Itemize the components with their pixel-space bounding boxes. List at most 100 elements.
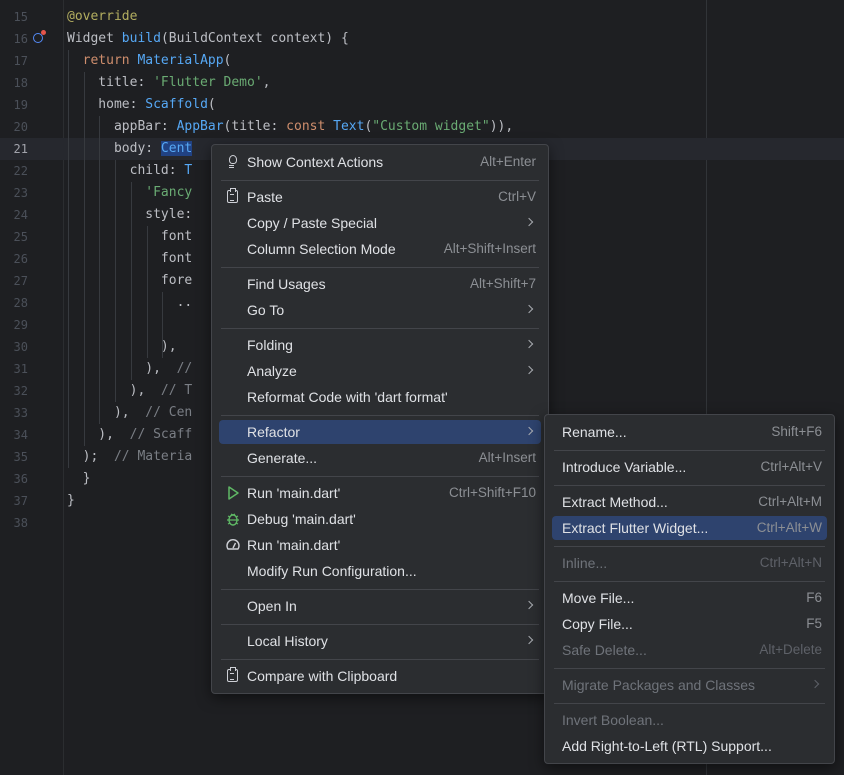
line-number: 37 [13, 494, 28, 508]
menu-separator [554, 450, 825, 451]
menu-item-folding[interactable]: Folding [219, 333, 541, 357]
menu-item-label: Debug 'main.dart' [247, 511, 356, 527]
code-text: font [67, 251, 193, 266]
menu-item-rename[interactable]: Rename... Shift+F6 [552, 420, 827, 444]
menu-item-introduce-variable[interactable]: Introduce Variable... Ctrl+Alt+V [552, 455, 827, 479]
menu-item-label: Inline... [562, 555, 608, 571]
line-number: 32 [13, 384, 28, 398]
override-gutter-icon[interactable] [33, 30, 46, 43]
menu-item-label: Introduce Variable... [562, 459, 687, 475]
menu-separator [554, 485, 825, 486]
indent-guide [115, 314, 117, 336]
line-number: 16 [13, 32, 28, 46]
code-line[interactable]: 19 home: Scaffold( [0, 94, 844, 116]
menu-item-analyze[interactable]: Analyze [219, 359, 541, 383]
profile-icon [225, 537, 241, 553]
menu-item-compare-with-clipboard[interactable]: Compare with Clipboard [219, 664, 541, 688]
menu-item-extract-flutter-widget[interactable]: Extract Flutter Widget... Ctrl+Alt+W [552, 516, 827, 540]
menu-item-local-history[interactable]: Local History [219, 629, 541, 653]
menu-item-shortcut: Alt+Shift+7 [469, 276, 536, 291]
code-text: child: T [67, 163, 193, 178]
menu-item-label: Paste [247, 189, 283, 205]
line-number: 21 [13, 142, 28, 156]
menu-item-inline: Inline... Ctrl+Alt+N [552, 551, 827, 575]
menu-item-label: Rename... [562, 424, 627, 440]
menu-separator [221, 624, 539, 625]
menu-separator [554, 546, 825, 547]
menu-item-extract-method[interactable]: Extract Method... Ctrl+Alt+M [552, 490, 827, 514]
line-number: 34 [13, 428, 28, 442]
menu-item-open-in[interactable]: Open In [219, 594, 541, 618]
menu-separator [221, 659, 539, 660]
menu-item-find-usages[interactable]: Find Usages Alt+Shift+7 [219, 272, 541, 296]
menu-item-debug-main-dart[interactable]: Debug 'main.dart' [219, 507, 541, 531]
code-text: ), // [67, 361, 193, 376]
code-text: Widget build(BuildContext context) { [67, 31, 349, 46]
indent-guide [83, 314, 85, 336]
menu-item-label: Run 'main.dart' [247, 537, 341, 553]
code-line[interactable]: 20 appBar: AppBar(title: const Text("Cus… [0, 116, 844, 138]
menu-separator [221, 267, 539, 268]
line-number: 17 [13, 54, 28, 68]
menu-item-label: Copy / Paste Special [247, 215, 377, 231]
menu-item-shortcut: Alt+Shift+Insert [443, 241, 536, 256]
menu-item-label: Find Usages [247, 276, 326, 292]
menu-item-label: Copy File... [562, 616, 633, 632]
code-line[interactable]: 16 Widget build(BuildContext context) { [0, 28, 844, 50]
menu-item-label: Folding [247, 337, 293, 353]
code-text: style: [67, 207, 193, 222]
menu-item-run-main-dart[interactable]: Run 'main.dart' [219, 533, 541, 557]
menu-item-generate[interactable]: Generate... Alt+Insert [219, 446, 541, 470]
line-number: 30 [13, 340, 28, 354]
code-text: appBar: AppBar(title: const Text("Custom… [67, 119, 514, 134]
chevron-right-icon [524, 339, 534, 349]
line-number: 25 [13, 230, 28, 244]
menu-item-copy-paste-special[interactable]: Copy / Paste Special [219, 211, 541, 235]
menu-separator [221, 180, 539, 181]
chevron-right-icon [524, 365, 534, 375]
menu-item-go-to[interactable]: Go To [219, 298, 541, 322]
menu-item-modify-run-configuration[interactable]: Modify Run Configuration... [219, 559, 541, 583]
code-text: ); // Materia [67, 449, 193, 464]
menu-separator [221, 589, 539, 590]
menu-separator [554, 668, 825, 669]
line-number: 15 [13, 10, 28, 24]
menu-item-shortcut: Alt+Enter [480, 154, 536, 169]
menu-item-shortcut: Ctrl+Alt+M [758, 494, 822, 509]
menu-item-label: Analyze [247, 363, 297, 379]
code-line[interactable]: 17 return MaterialApp( [0, 50, 844, 72]
code-text: @override [67, 9, 138, 24]
line-number: 29 [13, 318, 28, 332]
menu-item-move-file[interactable]: Move File... F6 [552, 586, 827, 610]
menu-item-copy-file[interactable]: Copy File... F5 [552, 612, 827, 636]
menu-item-column-selection-mode[interactable]: Column Selection Mode Alt+Shift+Insert [219, 237, 541, 261]
refactor-submenu: Rename... Shift+F6 Introduce Variable... Ct… [544, 414, 835, 764]
menu-item-run-main-dart[interactable]: Run 'main.dart' Ctrl+Shift+F10 [219, 481, 541, 505]
menu-item-label: Column Selection Mode [247, 241, 396, 257]
code-line[interactable]: 18 title: 'Flutter Demo', [0, 72, 844, 94]
menu-item-add-right-to-left-rtl-support[interactable]: Add Right-to-Left (RTL) Support... [552, 734, 827, 758]
menu-item-refactor[interactable]: Refactor [219, 420, 541, 444]
menu-item-reformat-code-with-dart-format[interactable]: Reformat Code with 'dart format' [219, 385, 541, 409]
menu-item-label: Run 'main.dart' [247, 485, 341, 501]
line-number: 38 [13, 516, 28, 530]
menu-item-shortcut: Ctrl+Alt+N [759, 555, 822, 570]
code-line[interactable]: 15 @override [0, 6, 844, 28]
indent-guide [162, 314, 164, 336]
code-text: } [67, 493, 75, 508]
code-text: body: Cent [67, 141, 193, 156]
menu-separator [554, 581, 825, 582]
line-number: 19 [13, 98, 28, 112]
code-text: font [67, 229, 193, 244]
menu-item-show-context-actions[interactable]: Show Context Actions Alt+Enter [219, 150, 541, 174]
menu-item-shortcut: F6 [806, 590, 822, 605]
menu-item-shortcut: Ctrl+Alt+V [760, 459, 822, 474]
menu-item-paste[interactable]: Paste Ctrl+V [219, 185, 541, 209]
indent-guide [146, 314, 148, 336]
menu-separator [221, 476, 539, 477]
menu-item-shortcut: Alt+Insert [478, 450, 536, 465]
code-text: .. [67, 295, 193, 310]
menu-item-label: Modify Run Configuration... [247, 563, 417, 579]
code-text: } [67, 471, 91, 486]
code-text: 'Fancy [145, 185, 193, 200]
